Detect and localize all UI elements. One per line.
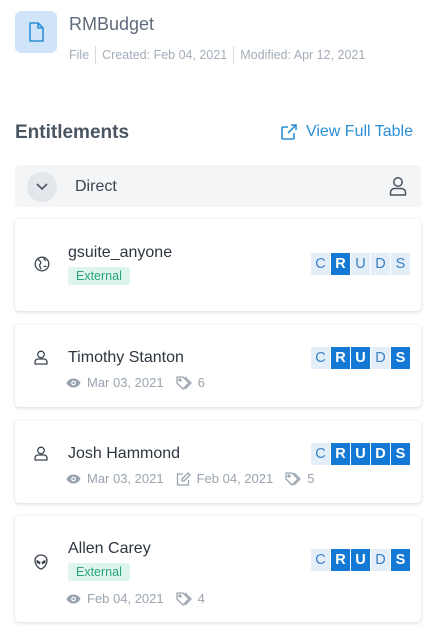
tag-icon <box>175 591 192 606</box>
user-icon <box>34 350 48 370</box>
perm-d: D <box>371 443 390 465</box>
tag-count: 4 <box>197 591 205 606</box>
file-name: RMBudget <box>69 14 155 34</box>
perm-d: D <box>371 253 390 275</box>
user-icon <box>34 446 48 466</box>
file-meta: File Created: Feb 04, 2021 Modified: Apr… <box>69 46 365 64</box>
file-type: File <box>69 48 90 62</box>
entitlement-card[interactable]: Allen Carey External Feb 04, 2021 4 C R … <box>15 516 421 622</box>
entitlement-name: Josh Hammond <box>68 445 181 462</box>
tag-count: 5 <box>307 471 315 486</box>
globe-icon <box>34 256 50 277</box>
perm-r: R <box>331 253 350 275</box>
perm-c: C <box>311 253 330 275</box>
entitlements-title: Entitlements <box>15 122 130 143</box>
perm-c: C <box>311 443 330 465</box>
chevron-down-icon <box>36 183 48 191</box>
permission-set: C R U D S <box>310 347 410 369</box>
perm-s: S <box>391 443 410 465</box>
perm-d: D <box>371 347 390 369</box>
perm-r: R <box>331 443 350 465</box>
perm-s: S <box>391 347 410 369</box>
perm-c: C <box>311 347 330 369</box>
edited-date: Feb 04, 2021 <box>196 471 274 486</box>
file-created: Created: Feb 04, 2021 <box>102 48 228 62</box>
entitlement-meta: Feb 04, 2021 4 <box>66 591 205 606</box>
viewed-date: Feb 04, 2021 <box>87 591 164 606</box>
permission-set: C R U D S <box>310 443 410 465</box>
perm-s: S <box>391 549 410 571</box>
viewed-date: Mar 03, 2021 <box>87 375 164 390</box>
entitlement-meta: Mar 03, 2021 6 <box>66 375 205 390</box>
entitlement-name: Allen Carey <box>68 540 151 557</box>
permission-set: C R U D S <box>310 253 410 275</box>
entitlements-header: Entitlements View Full Table <box>15 121 413 147</box>
file-modified: Modified: Apr 12, 2021 <box>240 48 366 62</box>
perm-r: R <box>331 347 350 369</box>
perm-u: U <box>351 443 370 465</box>
entitlement-meta: Mar 03, 2021 Feb 04, 2021 5 <box>66 471 314 486</box>
entitlement-card[interactable]: Josh Hammond Mar 03, 2021 Feb 04, 2021 5… <box>15 421 421 503</box>
entitlement-card[interactable]: gsuite_anyone External C R U D S <box>15 219 421 311</box>
tag-icon <box>175 375 192 390</box>
view-full-table-link[interactable]: View Full Table <box>280 123 413 141</box>
alien-icon <box>34 554 48 575</box>
perm-u: U <box>351 549 370 571</box>
viewed-date: Mar 03, 2021 <box>87 471 164 486</box>
entitlement-name: gsuite_anyone <box>68 244 173 261</box>
perm-r: R <box>331 549 350 571</box>
group-label: Direct <box>75 178 117 195</box>
entitlement-card[interactable]: Timothy Stanton Mar 03, 2021 6 C R U D S <box>15 325 421 407</box>
tag-count: 6 <box>197 375 205 390</box>
perm-d: D <box>371 549 390 571</box>
eye-icon <box>66 378 81 388</box>
view-full-table-label[interactable]: View Full Table <box>306 123 413 141</box>
file-icon <box>15 11 57 53</box>
edit-icon <box>176 471 191 486</box>
eye-icon <box>66 594 81 604</box>
perm-s: S <box>391 253 410 275</box>
meta-divider <box>233 46 235 64</box>
collapse-toggle[interactable] <box>27 172 57 202</box>
entitlement-name: Timothy Stanton <box>68 349 184 366</box>
user-icon <box>389 176 407 201</box>
direct-group-bar[interactable]: Direct <box>15 165 421 207</box>
file-header: RMBudget File Created: Feb 04, 2021 Modi… <box>15 11 417 71</box>
external-badge: External <box>68 563 130 581</box>
external-link-icon <box>281 124 297 140</box>
perm-u: U <box>351 253 370 275</box>
external-badge: External <box>68 267 130 285</box>
meta-divider <box>95 46 97 64</box>
eye-icon <box>66 474 81 484</box>
perm-u: U <box>351 347 370 369</box>
permission-set: C R U D S <box>310 549 410 571</box>
perm-c: C <box>311 549 330 571</box>
tag-icon <box>285 471 301 486</box>
